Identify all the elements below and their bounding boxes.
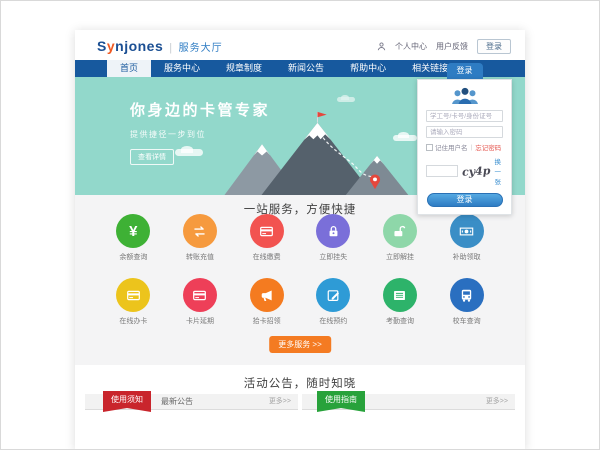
bus-icon — [450, 278, 484, 312]
announcements-right-panel: 使用指南 更多>> — [302, 394, 515, 410]
login-tab[interactable]: 登录 — [447, 63, 483, 79]
service-reserve[interactable]: 在线预约 — [300, 278, 367, 342]
service-subsidy[interactable]: 补助领取 — [433, 214, 500, 278]
announcements-section: 活动公告，随时知晓 使用须知 最新公告 更多>> 使用指南 更多>> — [75, 365, 525, 450]
captcha-image[interactable]: cy4p — [462, 164, 491, 178]
login-form: 记住用户名 | 忘记密码 cy4p 换一张 登录 — [417, 79, 512, 215]
services-section: 一站服务，方便快捷 ¥余额查询转账充值在线缴费立即挂失立即解挂补助领取在线办卡卡… — [75, 195, 525, 365]
forgot-password-link[interactable]: 忘记密码 — [475, 142, 501, 152]
banner-text: 你身边的卡管专家 提供捷径一步到位 查看详情 — [130, 99, 270, 165]
nav-item-service-center[interactable]: 服务中心 — [151, 60, 213, 77]
transfer-icon — [183, 214, 217, 248]
service-report-loss[interactable]: 立即挂失 — [300, 214, 367, 278]
announcements-title: 活动公告，随时知晓 — [75, 365, 525, 391]
service-label: 立即挂失 — [300, 252, 367, 262]
more-services-button[interactable]: 更多服务 >> — [269, 336, 331, 353]
service-label: 在线预约 — [300, 316, 367, 326]
service-label: 补助领取 — [433, 252, 500, 262]
cloud-icon — [337, 97, 355, 102]
nav-item-help-center[interactable]: 帮助中心 — [337, 60, 399, 77]
logo[interactable]: Synjones | 服务大厅 — [97, 38, 223, 54]
remember-checkbox[interactable] — [426, 144, 433, 151]
service-card-renew[interactable]: 卡片延期 — [167, 278, 234, 342]
site-name: 服务大厅 — [179, 43, 223, 54]
service-pay-online[interactable]: 在线缴费 — [233, 214, 300, 278]
service-label: 在线缴费 — [233, 252, 300, 262]
service-label: 余额查询 — [100, 252, 167, 262]
left-more-link[interactable]: 更多>> — [269, 394, 291, 409]
edit-icon — [316, 278, 350, 312]
megaphone-icon — [250, 278, 284, 312]
card-icon — [183, 278, 217, 312]
banner-detail-button[interactable]: 查看详情 — [130, 149, 174, 165]
yen-icon: ¥ — [116, 214, 150, 248]
nav-item-home[interactable]: 首页 — [107, 60, 151, 77]
banner-title: 你身边的卡管专家 — [130, 99, 270, 120]
service-unfreeze[interactable]: 立即解挂 — [367, 214, 434, 278]
header-login-button[interactable]: 登录 — [477, 39, 511, 54]
service-label: 在线办卡 — [100, 316, 167, 326]
header: Synjones | 服务大厅 个人中心 用户反馈 登录 — [75, 30, 525, 60]
user-feedback-link[interactable]: 用户反馈 — [436, 41, 468, 52]
services-grid: ¥ 余额查询转账充值在线缴费立即挂失立即解挂补助领取在线办卡卡片延期拾卡招领在线预… — [100, 214, 500, 342]
tab-usage-guide[interactable]: 使用指南 — [317, 391, 365, 412]
nav-item-news[interactable]: 新闻公告 — [275, 60, 337, 77]
login-submit-button[interactable]: 登录 — [427, 193, 503, 207]
username-input[interactable] — [426, 110, 503, 122]
banner-subtitle: 提供捷径一步到位 — [130, 129, 270, 140]
unlock-icon — [383, 214, 417, 248]
banknote-icon — [450, 214, 484, 248]
service-label: 立即解挂 — [367, 252, 434, 262]
personal-center-link[interactable]: 个人中心 — [395, 41, 427, 52]
captcha-row: cy4p 换一张 — [426, 156, 503, 186]
service-balance[interactable]: ¥ 余额查询 — [100, 214, 167, 278]
nav-item-rules[interactable]: 规章制度 — [213, 60, 275, 77]
users-icon — [447, 86, 483, 106]
change-captcha-link[interactable]: 换一张 — [494, 156, 503, 186]
service-label: 考勤查询 — [367, 316, 434, 326]
login-panel: 登录 记住用户名 | 忘记密码 cy4p 换一张 登录 — [417, 63, 512, 215]
announcements-left-panel: 使用须知 最新公告 更多>> — [85, 394, 298, 410]
service-label: 拾卡招领 — [233, 316, 300, 326]
logo-text: Synjones — [97, 38, 163, 54]
service-card-claim[interactable]: 拾卡招领 — [233, 278, 300, 342]
remember-label: 记住用户名 — [435, 142, 468, 152]
cloud-icon — [393, 135, 417, 141]
service-school-bus[interactable]: 校车查询 — [433, 278, 500, 342]
service-label: 转账充值 — [167, 252, 234, 262]
tab-latest-announcements[interactable]: 最新公告 — [161, 394, 193, 409]
service-label: 校车查询 — [433, 316, 500, 326]
list-icon — [383, 278, 417, 312]
remember-row: 记住用户名 | 忘记密码 — [426, 142, 503, 152]
captcha-input[interactable] — [426, 165, 458, 177]
lock-icon — [316, 214, 350, 248]
service-label: 卡片延期 — [167, 316, 234, 326]
service-attendance[interactable]: 考勤查询 — [367, 278, 434, 342]
right-more-link[interactable]: 更多>> — [486, 394, 508, 409]
divider: | — [471, 144, 473, 151]
service-apply-card[interactable]: 在线办卡 — [100, 278, 167, 342]
tab-usage-notice[interactable]: 使用须知 — [103, 391, 151, 412]
service-recharge[interactable]: 转账充值 — [167, 214, 234, 278]
card-icon — [250, 214, 284, 248]
logo-divider: | — [169, 42, 172, 54]
password-input[interactable] — [426, 126, 503, 138]
card-icon — [116, 278, 150, 312]
header-links: 个人中心 用户反馈 登录 — [377, 39, 511, 54]
person-icon — [377, 42, 386, 51]
portal-page: Synjones | 服务大厅 个人中心 用户反馈 登录 首页服务中心规章制度新闻公… — [75, 30, 525, 450]
